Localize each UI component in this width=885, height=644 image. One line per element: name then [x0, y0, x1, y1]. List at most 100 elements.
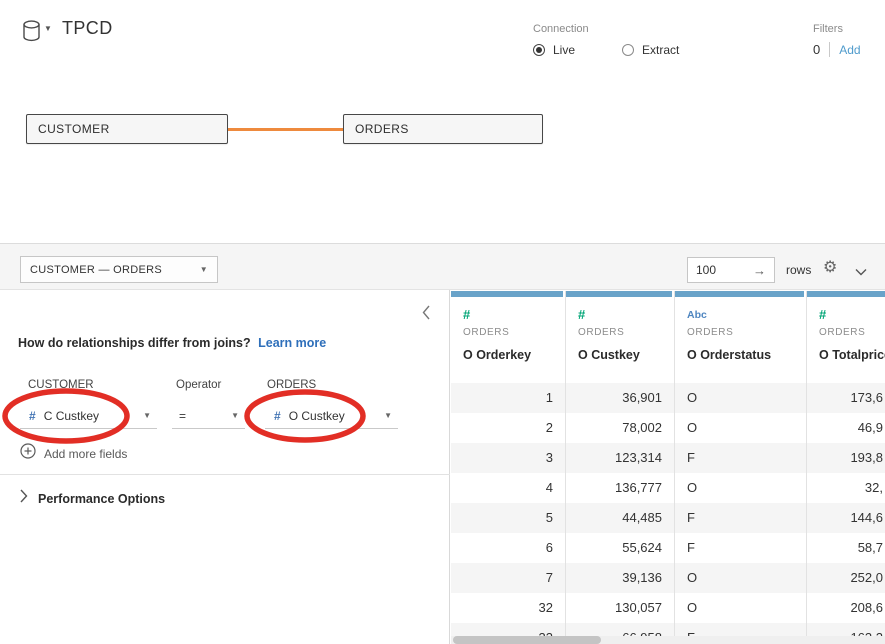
chevron-right-icon: [20, 489, 28, 508]
operator-value: =: [179, 409, 186, 423]
number-type-icon: #: [463, 307, 565, 323]
add-more-fields-label: Add more fields: [44, 447, 127, 461]
divider: [0, 474, 450, 475]
grid-cell: 193,8: [807, 443, 885, 473]
column-header[interactable]: # ORDERS O Orderkey: [451, 307, 565, 383]
column-field-name: O Totalprice: [819, 348, 885, 362]
relationship-noodle[interactable]: [228, 128, 343, 131]
grid-cell: O: [675, 593, 806, 623]
scrollbar-thumb[interactable]: [453, 636, 601, 644]
grid-cell: 5: [451, 503, 565, 533]
number-type-icon: #: [274, 409, 281, 423]
filters-label: Filters: [813, 23, 861, 35]
rows-label: rows: [786, 263, 811, 277]
grid-cell: 136,777: [566, 473, 674, 503]
chevron-down-icon: ▼: [384, 411, 392, 420]
right-field-value: O Custkey: [289, 409, 345, 423]
datasource-menu[interactable]: ▼: [22, 19, 58, 43]
grid-column: AbcORDERSO OrderstatusOOFOFFOOF: [675, 291, 807, 644]
grid-cell: 1: [451, 383, 565, 413]
radio-extract[interactable]: Extract: [622, 43, 679, 57]
number-type-icon: #: [578, 307, 674, 323]
grid-cell: 46,9: [807, 413, 885, 443]
chevron-down-icon: ▼: [143, 411, 151, 420]
left-table-column-label: CUSTOMER: [28, 379, 94, 391]
add-more-fields-button[interactable]: Add more fields: [20, 443, 127, 464]
grid-cell: O: [675, 473, 806, 503]
number-type-icon: #: [819, 307, 885, 323]
grid-cell: O: [675, 563, 806, 593]
number-type-icon: #: [29, 409, 36, 423]
column-header-strip: [675, 291, 804, 297]
collapse-panel-icon[interactable]: [422, 305, 431, 325]
grid-column: #ORDERSO Orderkey12345673233: [451, 291, 566, 644]
relationship-selector-dropdown[interactable]: CUSTOMER — ORDERS ▼: [20, 256, 218, 283]
grid-cell: F: [675, 503, 806, 533]
grid-cell: 4: [451, 473, 565, 503]
grid-cell: 44,485: [566, 503, 674, 533]
radio-extract-label: Extract: [642, 43, 679, 57]
connection-section: Connection Live Extract: [533, 23, 679, 57]
grid-cell: 32,: [807, 473, 885, 503]
column-header-strip: [451, 291, 563, 297]
column-table-name: ORDERS: [687, 327, 806, 338]
string-type-icon: Abc: [687, 307, 806, 323]
column-header-strip: [566, 291, 672, 297]
filters-add-link[interactable]: Add: [839, 43, 860, 57]
grid-cell: 2: [451, 413, 565, 443]
grid-cell: 7: [451, 563, 565, 593]
grid-cell: 252,0: [807, 563, 885, 593]
right-field-dropdown[interactable]: # O Custkey ▼: [265, 403, 398, 429]
gear-icon[interactable]: ⚙: [823, 259, 837, 275]
database-icon: [22, 20, 41, 42]
grid-cell: 130,057: [566, 593, 674, 623]
radio-live[interactable]: Live: [533, 43, 575, 57]
arrow-right-icon[interactable]: →: [753, 263, 766, 278]
radio-button-icon: [622, 44, 634, 56]
relationship-selector-label: CUSTOMER — ORDERS: [30, 264, 162, 276]
horizontal-scrollbar[interactable]: [451, 636, 885, 644]
grid-cell: 208,6: [807, 593, 885, 623]
column-header[interactable]: # ORDERS O Totalprice: [807, 307, 885, 383]
canvas-table-customer[interactable]: CUSTOMER: [26, 114, 228, 144]
grid-cell: 123,314: [566, 443, 674, 473]
right-table-column-label: ORDERS: [267, 379, 316, 391]
operator-dropdown[interactable]: = ▼: [172, 403, 245, 429]
performance-options-toggle[interactable]: Performance Options: [20, 489, 165, 508]
column-table-name: ORDERS: [819, 327, 885, 338]
grid-cell: O: [675, 383, 806, 413]
grid-column: #ORDERSO Custkey36,90178,002123,314136,7…: [566, 291, 675, 644]
left-field-value: C Custkey: [44, 409, 99, 423]
filters-count: 0: [813, 42, 820, 57]
chevron-down-icon: ▼: [231, 411, 239, 420]
column-field-name: O Orderstatus: [687, 348, 806, 362]
grid-cell: O: [675, 413, 806, 443]
grid-column: # ORDERS O Totalprice 173,646,9193,832,144,…: [807, 291, 885, 644]
canvas-table-orders[interactable]: ORDERS: [343, 114, 543, 144]
performance-options-label: Performance Options: [38, 492, 165, 506]
grid-cell: 6: [451, 533, 565, 563]
rows-count-input[interactable]: 100 →: [687, 257, 775, 283]
rows-count-value: 100: [696, 263, 716, 277]
divider: [829, 42, 830, 57]
chevron-down-icon[interactable]: [855, 263, 867, 281]
column-table-name: ORDERS: [463, 327, 565, 338]
chevron-down-icon: ▼: [44, 24, 52, 33]
filters-section: Filters 0 Add: [813, 23, 861, 57]
page-title: TPCD: [62, 18, 113, 39]
radio-live-label: Live: [553, 43, 575, 57]
grid-cell: 144,6: [807, 503, 885, 533]
grid-cell: F: [675, 533, 806, 563]
column-field-name: O Orderkey: [463, 348, 565, 362]
column-header[interactable]: Abc ORDERS O Orderstatus: [675, 307, 806, 383]
left-field-dropdown[interactable]: # C Custkey ▼: [20, 403, 157, 429]
learn-more-link[interactable]: Learn more: [258, 336, 326, 350]
question-text: How do relationships differ from joins?: [18, 336, 251, 350]
grid-cell: 39,136: [566, 563, 674, 593]
radio-button-icon: [533, 44, 545, 56]
grid-cell: 58,7: [807, 533, 885, 563]
operator-column-label: Operator: [176, 379, 221, 391]
grid-cell: 173,6: [807, 383, 885, 413]
column-header[interactable]: #ORDERSO Custkey: [566, 307, 674, 383]
chevron-down-icon: ▼: [200, 265, 208, 274]
